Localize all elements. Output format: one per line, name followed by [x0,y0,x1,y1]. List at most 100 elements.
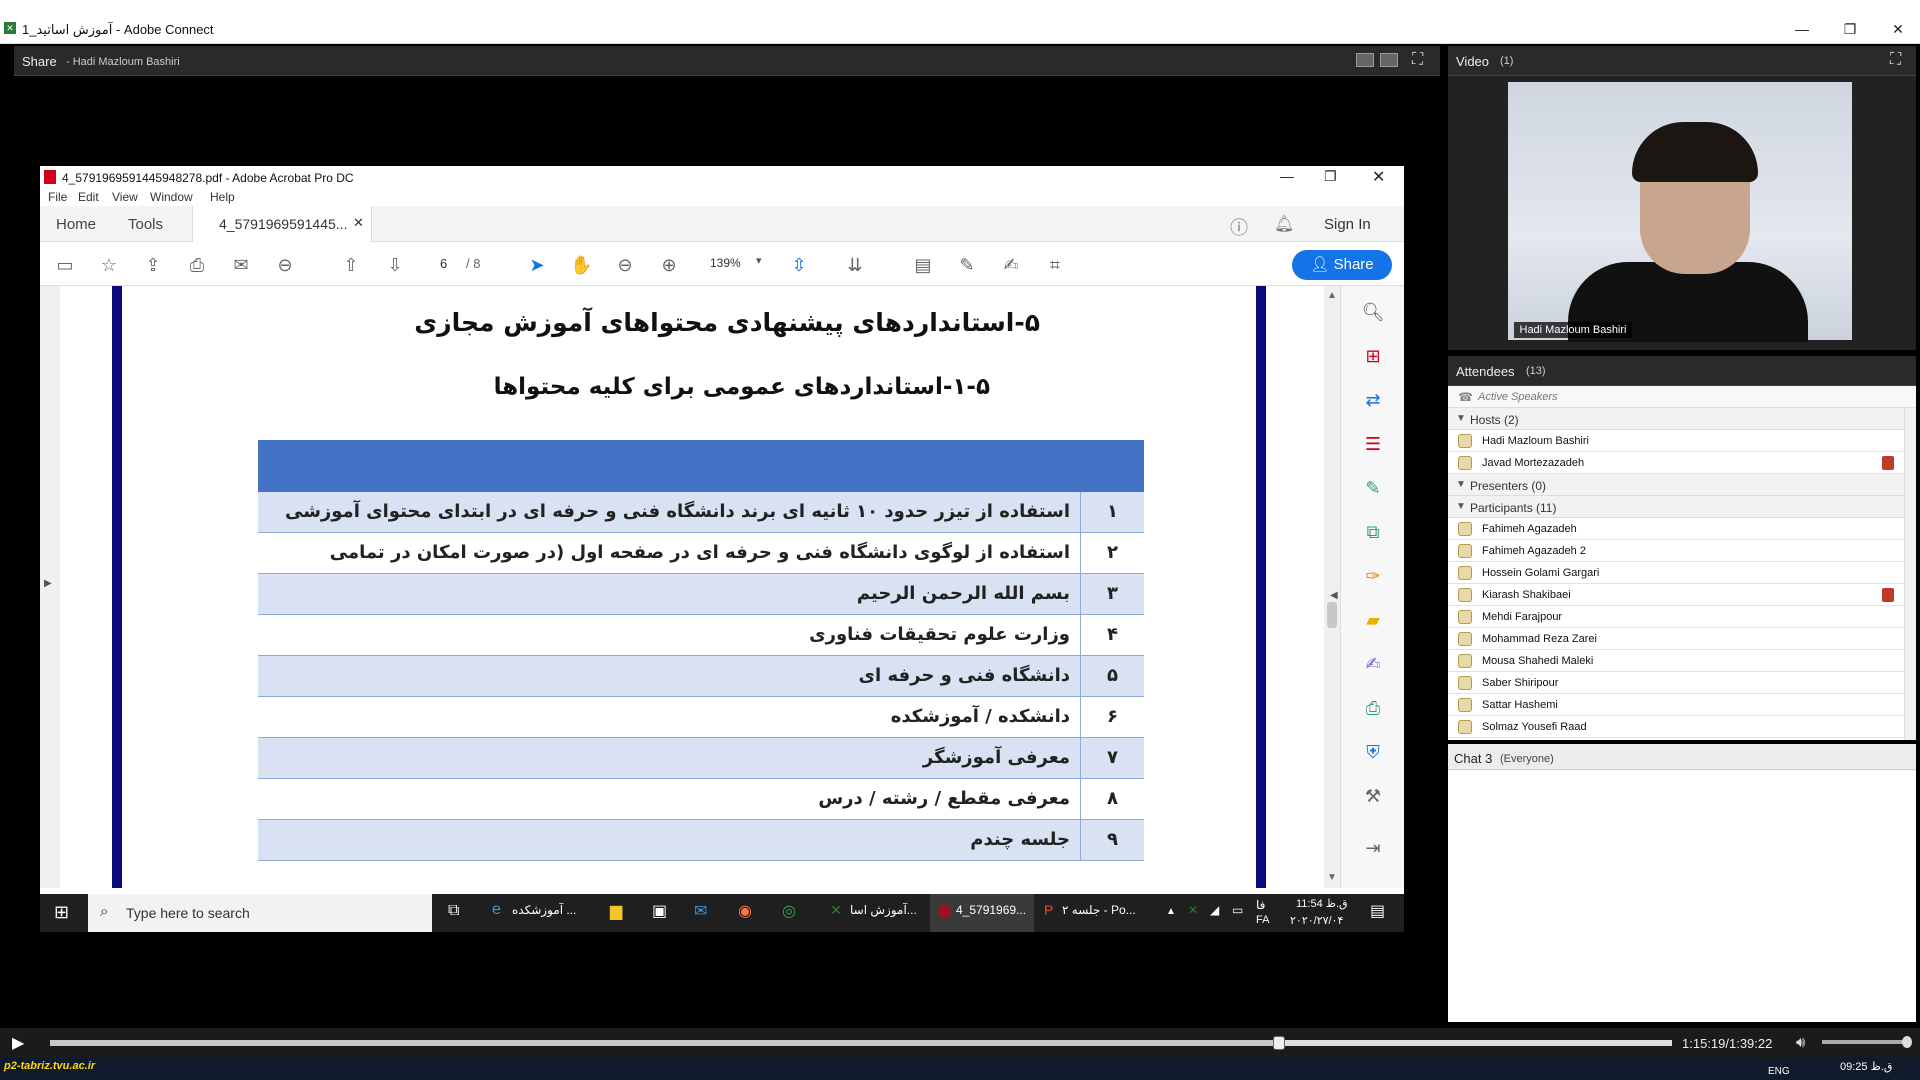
zoom-out-icon[interactable]: ⊖ [614,254,636,276]
fullscreen-icon[interactable]: ⛶ [1412,51,1423,69]
file-explorer-icon[interactable]: ▆ [610,901,622,921]
scroll-down-icon[interactable]: ▼ [1327,872,1337,883]
tray-battery-icon[interactable]: ▭ [1232,903,1243,917]
sign-in-link[interactable]: Sign In [1324,216,1371,233]
participants-group[interactable]: ▼ Participants (11) [1448,496,1904,518]
highlight-pen-icon[interactable]: ✎ [956,254,978,276]
tray-network-icon[interactable]: ◢ [1210,903,1219,917]
more-tools-icon[interactable]: ⚒ [1361,784,1385,808]
tab-home[interactable]: Home [56,216,96,233]
hosts-group[interactable]: ▼ Hosts (2) [1448,408,1904,430]
fill-sign-icon[interactable]: ✑ [1361,564,1385,588]
taskbar-item-connect[interactable]: آموزش اسا... [850,903,917,917]
acrobat-minimize-button[interactable]: — [1280,168,1294,184]
close-button[interactable]: ✕ [1878,18,1918,40]
attendee-row[interactable]: Fahimeh Agazadeh 2 [1448,540,1904,562]
minimize-button[interactable]: — [1782,18,1822,40]
layout-fit-icon[interactable] [1380,53,1398,67]
powerpoint-icon[interactable]: P [1044,902,1053,918]
page-number-input[interactable]: 6 [440,256,447,271]
action-center-icon[interactable]: ▤ [1370,901,1385,921]
tab-document[interactable]: 4_5791969591445... ✕ [192,206,372,242]
presenters-group[interactable]: ▼ Presenters (0) [1448,474,1904,496]
send-for-signature-icon[interactable]: ✍ [1361,652,1385,676]
attendee-row[interactable]: Javad Mortezazadeh [1448,452,1904,474]
pdf-vertical-scrollbar[interactable]: ▲ ▼ [1324,286,1340,888]
stamp-icon[interactable]: ⌗ [1044,254,1066,276]
attendee-row[interactable]: Hossein Golami Gargari [1448,562,1904,584]
search-zoom-icon[interactable]: 🔍︎ [1361,300,1385,324]
hand-tool-icon[interactable]: ✋ [570,254,592,276]
menu-edit[interactable]: Edit [78,190,99,204]
scroll-thumb[interactable] [1327,602,1337,628]
scroll-mode-icon[interactable]: ⇊ [844,254,866,276]
task-view-icon[interactable]: ⧉ [448,902,459,920]
video-fullscreen-icon[interactable]: ⛶ [1890,51,1901,69]
group-chevron-down-icon[interactable]: ▼ [1456,413,1466,424]
acrobat-restore-button[interactable]: ❐ [1324,168,1337,185]
tray-date[interactable]: ۲۰۲۰/۲۷/۰۴ [1290,914,1343,927]
taskbar-item-acrobat-active[interactable]: ▤ 4_5791969... [930,894,1034,932]
taskbar-item-edge[interactable]: آموزشکده ... [512,903,576,917]
group-chevron-down-icon[interactable]: ▼ [1456,479,1466,490]
edit-pdf-icon[interactable]: ✎ [1361,476,1385,500]
host-lang[interactable]: ENG [1768,1066,1790,1077]
collapse-rail-icon[interactable]: ⇥ [1361,836,1385,860]
volume-knob[interactable] [1902,1036,1912,1048]
menu-file[interactable]: File [48,190,67,204]
store-icon[interactable]: ▣ [652,901,667,921]
attendee-row[interactable]: Hadi Mazloum Bashiri [1448,430,1904,452]
rail-collapse-arrow-icon[interactable]: ◀ [1330,590,1338,601]
acrobat-share-button[interactable]: 👤︎ Share [1292,250,1392,280]
help-icon[interactable]: ⓘ [1230,214,1248,240]
menu-view[interactable]: View [112,190,138,204]
page-down-icon[interactable]: ⇩ [384,254,406,276]
tray-chevron-up-icon[interactable]: ▲ [1166,906,1176,917]
email-icon[interactable]: ✉ [230,254,252,276]
taskbar-item-powerpoint[interactable]: جلسه ۲ - Po... [1062,903,1136,917]
tray-lang-fa[interactable]: فا [1256,898,1265,912]
print-icon[interactable]: ⎙ [186,254,208,276]
organize-pages-icon[interactable]: ☰ [1361,432,1385,456]
attendee-row[interactable]: Mohammad Reza Zarei [1448,628,1904,650]
save-icon[interactable]: ▭ [54,254,76,276]
group-chevron-down-icon[interactable]: ▼ [1456,501,1466,512]
restore-button[interactable]: ❐ [1830,18,1870,40]
attendee-row[interactable]: Mousa Shahedi Maleki [1448,650,1904,672]
adobe-connect-task-icon[interactable]: ✕ [830,902,842,919]
menu-window[interactable]: Window [150,190,193,204]
zoom-out-search-icon[interactable]: ⊖ [274,254,296,276]
notification-bell-icon[interactable]: 🔔︎ [1274,214,1294,234]
scroll-up-icon[interactable]: ▲ [1327,290,1337,301]
tab-tools[interactable]: Tools [128,216,163,233]
pdf-document-area[interactable]: ▶ ۵-استانداردهای پیشنهادی محتواهای آموزش… [40,286,1324,888]
host-clock[interactable]: 09:25 ق.ظ [1840,1060,1892,1073]
export-pdf-icon[interactable]: ⇄ [1361,388,1385,412]
play-icon[interactable]: ▶ [12,1033,24,1053]
menu-help[interactable]: Help [210,190,235,204]
windows-start-icon[interactable]: ⊞ [54,902,69,923]
page-up-icon[interactable]: ⇧ [340,254,362,276]
zoom-in-icon[interactable]: ⊕ [658,254,680,276]
zoom-chevron-down-icon[interactable]: ▾ [756,254,762,267]
left-panel-arrow-icon[interactable]: ▶ [44,578,52,589]
print-production-icon[interactable]: ⎙ [1361,696,1385,720]
playback-progress-knob[interactable] [1273,1036,1286,1050]
attendee-row[interactable]: Mehdi Farajpour [1448,606,1904,628]
firefox-icon[interactable]: ◉ [738,901,752,921]
protect-shield-icon[interactable]: ⛨ [1361,740,1385,764]
chrome-icon[interactable]: ◎ [782,901,796,921]
layout-single-icon[interactable] [1356,53,1374,67]
comment-tool-icon[interactable]: ▰ [1361,608,1385,632]
tray-connect-icon[interactable]: ✕ [1188,903,1198,917]
attendee-row[interactable]: Saber Shiripour [1448,672,1904,694]
zoom-level-select[interactable]: 139% [710,256,741,270]
comment-icon[interactable]: ▤ [912,254,934,276]
upload-icon[interactable]: ⇪ [142,254,164,276]
attendees-scrollbar[interactable] [1904,408,1916,740]
tray-lang[interactable]: FA [1256,914,1269,926]
tray-time[interactable]: 11:54 ق.ظ [1296,897,1348,910]
attendee-row[interactable]: Fahimeh Agazadeh [1448,518,1904,540]
taskbar-search-box[interactable]: ⌕ Type here to search [88,894,432,932]
edge-icon[interactable]: e [492,901,501,919]
